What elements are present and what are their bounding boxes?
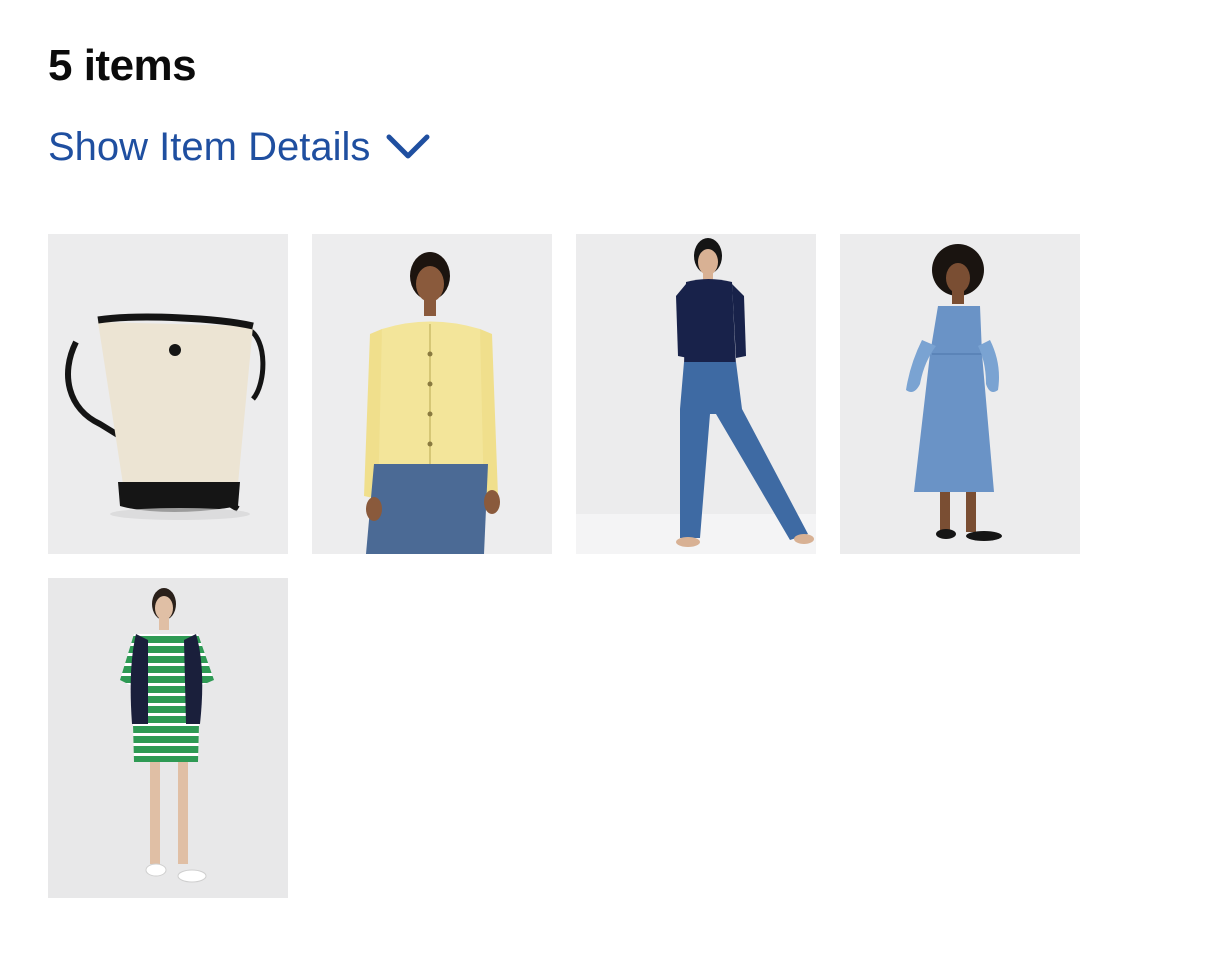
product-image-bucket-bag[interactable]: [48, 234, 288, 554]
product-image-navy-top-wide-jeans[interactable]: [576, 234, 816, 554]
product-image-yellow-cardigan[interactable]: [312, 234, 552, 554]
product-image-striped-tshirt-dress[interactable]: [48, 578, 288, 898]
header: 5 items: [48, 38, 197, 94]
show-item-details-toggle[interactable]: Show Item Details: [48, 120, 430, 174]
product-image-chambray-midi-dress[interactable]: [840, 234, 1080, 554]
item-count-heading: 5 items: [48, 41, 197, 90]
show-item-details-label: Show Item Details: [48, 125, 371, 169]
chevron-down-icon: [386, 133, 430, 161]
product-image-grid: [48, 234, 1104, 898]
